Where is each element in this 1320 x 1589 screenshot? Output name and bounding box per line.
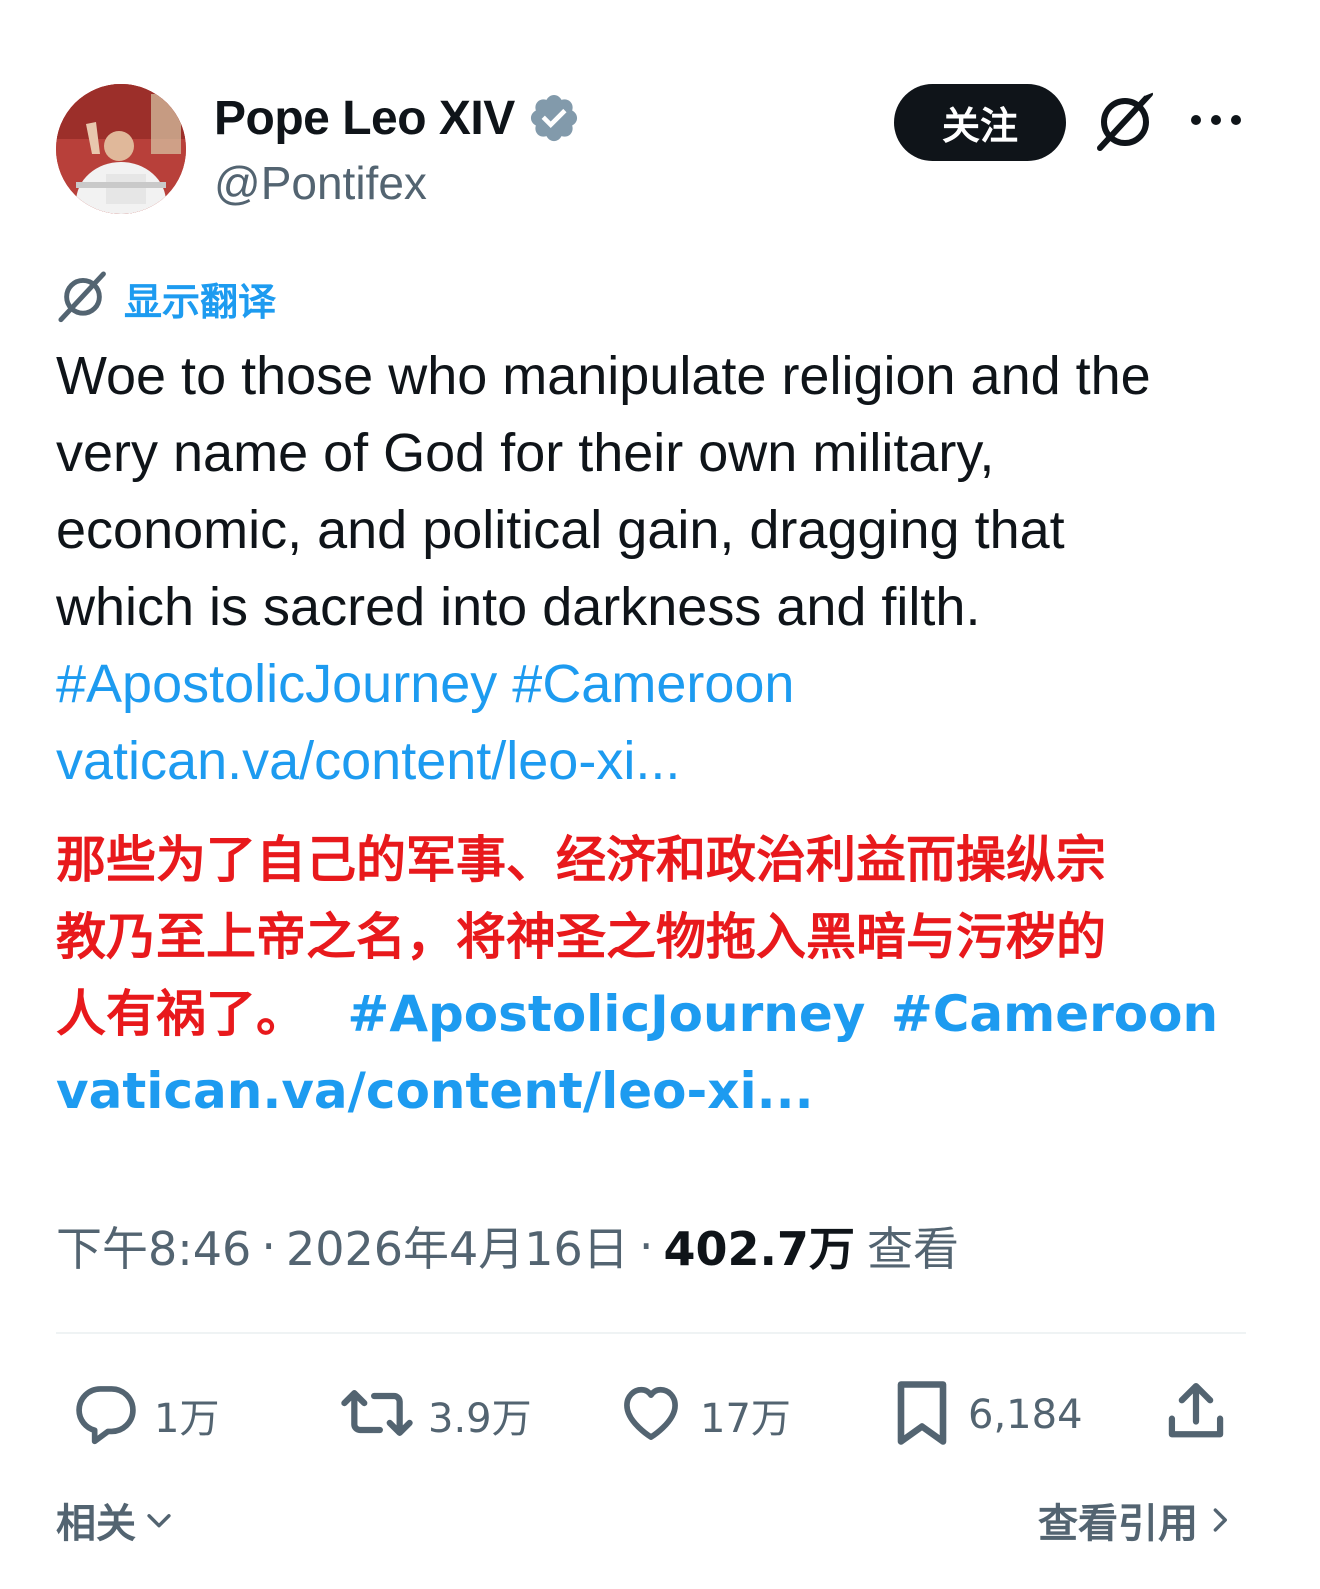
tweet-line: which is sacred into darkness and filth.	[56, 577, 981, 637]
tweet-line: very name of God for their own military,	[56, 423, 995, 483]
overlay-line: 那些为了自己的军事、经济和政治利益而操纵宗	[56, 831, 1106, 889]
tweet-time[interactable]: 下午8:46	[56, 1213, 251, 1279]
tweet-url-link[interactable]: vatican.va/content/leo-xi...	[56, 723, 1266, 800]
separator-dot: ·	[261, 1219, 276, 1273]
bookmark-button[interactable]: 6,184	[890, 1370, 1083, 1460]
reply-count: 1万	[154, 1396, 220, 1442]
repost-button[interactable]: 3.9万	[340, 1370, 532, 1460]
tweet-header: Pope Leo XIV @Pontifex 关注	[0, 0, 1320, 240]
reply-icon	[72, 1379, 140, 1452]
tweet-line: Woe to those who manipulate religion and…	[56, 346, 1151, 406]
related-label: 相关	[56, 1501, 136, 1547]
more-icon[interactable]	[1188, 110, 1244, 130]
tweet-meta: 下午8:46 · 2026年4月16日 · 402.7万 查看	[56, 1214, 959, 1278]
like-button[interactable]: 17万	[616, 1370, 791, 1460]
overlay-line: 教乃至上帝之名，将神圣之物拖入黑暗与污秽的	[56, 908, 1106, 966]
overlay-hashtag-apostolic-journey[interactable]: #ApostolicJourney	[347, 985, 865, 1043]
overlay-line-with-hashtags: 人有祸了。 #ApostolicJourney #Cameroon	[56, 976, 1276, 1053]
share-button[interactable]	[1162, 1370, 1230, 1460]
bookmark-count: 6,184	[968, 1392, 1083, 1438]
divider	[56, 1332, 1246, 1334]
views-count: 402.7万	[663, 1222, 855, 1276]
hashtag-cameroon[interactable]: #Cameroon	[512, 654, 794, 714]
repost-count: 3.9万	[428, 1396, 532, 1442]
related-toggle[interactable]: 相关	[56, 1490, 176, 1550]
view-quotes-label: 查看引用	[1038, 1501, 1198, 1547]
hashtag-line: #ApostolicJourney #Cameroon	[56, 646, 1266, 723]
author-name-row: Pope Leo XIV	[214, 90, 581, 146]
reply-button[interactable]: 1万	[72, 1370, 219, 1460]
views-label: 查看	[866, 1222, 959, 1276]
tweet-text: Woe to those who manipulate religion and…	[56, 338, 1266, 800]
like-count: 17万	[700, 1396, 791, 1442]
tweet-line: economic, and political gain, dragging t…	[56, 500, 1065, 560]
bookmark-icon	[890, 1377, 954, 1454]
share-icon	[1162, 1379, 1230, 1452]
author-name[interactable]: Pope Leo XIV	[214, 91, 515, 146]
hashtag-apostolic-journey[interactable]: #ApostolicJourney	[56, 654, 497, 714]
translation-overlay: 那些为了自己的军事、经济和政治利益而操纵宗 教乃至上帝之名，将神圣之物拖入黑暗与…	[56, 822, 1276, 1130]
chevron-down-icon	[142, 1503, 176, 1537]
follow-button[interactable]: 关注	[894, 84, 1066, 161]
heart-icon	[616, 1379, 686, 1452]
overlay-url-link[interactable]: vatican.va/content/leo-xi...	[56, 1053, 1276, 1130]
author-handle[interactable]: @Pontifex	[214, 156, 427, 210]
avatar-image	[56, 84, 186, 214]
avatar[interactable]	[56, 84, 186, 214]
action-bar: 1万 3.9万 17万 6,184	[0, 1370, 1320, 1460]
grok-icon[interactable]	[1092, 88, 1158, 154]
separator-dot: ·	[638, 1219, 654, 1273]
grok-translate-icon	[56, 269, 110, 328]
overlay-hashtag-cameroon[interactable]: #Cameroon	[891, 985, 1218, 1043]
overlay-text: 人有祸了。	[56, 985, 306, 1043]
verified-badge-icon	[527, 91, 581, 145]
chevron-right-icon	[1206, 1503, 1236, 1537]
repost-icon	[340, 1379, 414, 1452]
show-translation-label: 显示翻译	[124, 279, 277, 324]
show-translation-button[interactable]: 显示翻译	[56, 270, 276, 326]
tweet-date[interactable]: 2026年4月16日	[286, 1213, 629, 1279]
view-quotes-link[interactable]: 查看引用	[1038, 1490, 1236, 1550]
